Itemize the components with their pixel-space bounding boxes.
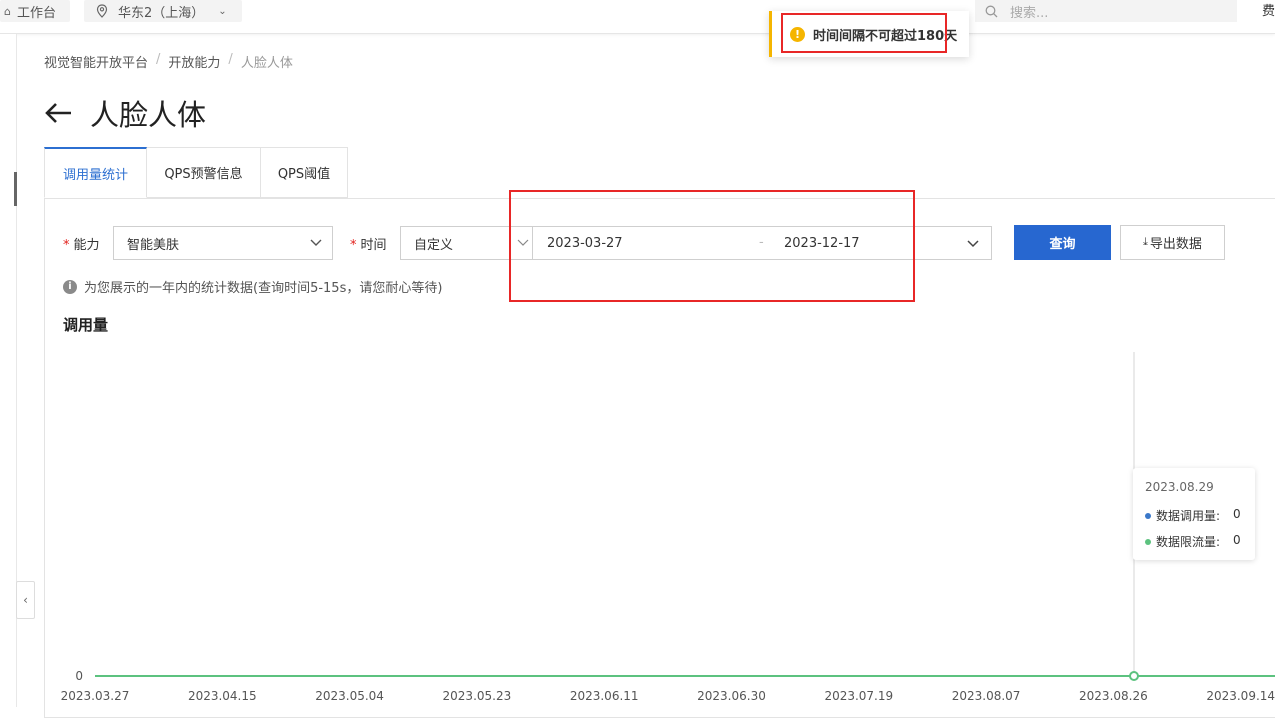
chevron-down-icon [310, 239, 322, 246]
required-mark: * [63, 238, 70, 253]
time-mode-value: 自定义 [414, 237, 454, 253]
chart-title: 调用量 [63, 316, 109, 334]
workbench-label: 工作台 [16, 5, 56, 21]
region-selector[interactable]: 华东2（上海） ⌄ [84, 0, 242, 22]
export-data-label: 导出数据 [1149, 236, 1202, 251]
page-header: 人脸人体 [44, 92, 206, 134]
top-bar: ⌂ 工作台 华东2（上海） ⌄ 搜索... 费 [0, 0, 1275, 34]
tooltip-series-name: 数据限流量 [1156, 535, 1217, 549]
legend-dot-calls [1145, 512, 1151, 519]
info-note: i 为您展示的一年内的统计数据(查询时间5-15s，请您耐心等待) [63, 277, 442, 296]
query-button[interactable]: 查询 [1014, 225, 1111, 260]
sidebar-collapsed [0, 34, 17, 707]
tab-call-stats[interactable]: 调用量统计 [44, 147, 147, 198]
download-icon: ⤓ [1143, 236, 1148, 248]
time-label: * 时间 [350, 238, 387, 253]
ability-select[interactable]: 智能美肤 [113, 226, 333, 260]
tooltip-value: 0 [1233, 533, 1241, 547]
tab-bar: 调用量统计 QPS预警信息 QPS阈值 [44, 147, 348, 198]
info-text: 为您展示的一年内的统计数据(查询时间5-15s，请您耐心等待) [84, 281, 443, 296]
tooltip-row-throttle: 数据限流量: [1145, 533, 1220, 550]
chart-tooltip: 2023.08.29 数据调用量: 0 数据限流量: 0 [1133, 468, 1255, 560]
location-pin-icon [96, 4, 108, 18]
breadcrumb-item-capabilities[interactable]: 开放能力 [168, 52, 220, 71]
chevron-down-icon [967, 240, 979, 248]
annotation-box-toast [781, 13, 947, 53]
tooltip-date: 2023.08.29 [1145, 480, 1214, 494]
search-input[interactable]: 搜索... [975, 0, 1237, 22]
annotation-box-date-range [509, 190, 915, 302]
search-icon [985, 5, 998, 17]
legend-dot-throttle [1145, 538, 1151, 545]
chevron-down-icon: ⌄ [218, 5, 227, 17]
page-title: 人脸人体 [90, 98, 207, 132]
breadcrumb-separator: / [156, 52, 161, 67]
breadcrumb: 视觉智能开放平台 / 开放能力 / 人脸人体 [44, 52, 293, 71]
info-icon: i [63, 279, 77, 294]
search-placeholder: 搜索... [1010, 5, 1049, 21]
breadcrumb-item-current: 人脸人体 [240, 56, 293, 71]
tab-qps-alerts[interactable]: QPS预警信息 [147, 147, 261, 198]
region-label: 华东2（上海） [118, 5, 205, 21]
sidebar-expand-button[interactable]: ‹ [16, 581, 35, 619]
billing-link[interactable]: 费 [1262, 0, 1275, 19]
required-mark: * [350, 238, 357, 253]
sidebar-active-marker [14, 172, 17, 206]
breadcrumb-separator: / [228, 52, 233, 67]
home-icon: ⌂ [4, 4, 11, 18]
ability-select-value: 智能美肤 [127, 237, 180, 253]
tooltip-value: 0 [1233, 507, 1241, 521]
breadcrumb-item-platform[interactable]: 视觉智能开放平台 [44, 52, 148, 71]
tab-qps-threshold[interactable]: QPS阈值 [261, 147, 348, 198]
chevron-left-icon: ‹ [23, 593, 28, 607]
tooltip-series-name: 数据调用量 [1156, 509, 1217, 523]
export-data-button[interactable]: ⤓ 导出数据 [1120, 225, 1225, 260]
ability-label: * 能力 [63, 238, 100, 253]
workbench-button[interactable]: ⌂ 工作台 [0, 0, 70, 22]
tooltip-row-calls: 数据调用量: [1145, 507, 1220, 524]
back-arrow-icon[interactable] [44, 101, 74, 125]
